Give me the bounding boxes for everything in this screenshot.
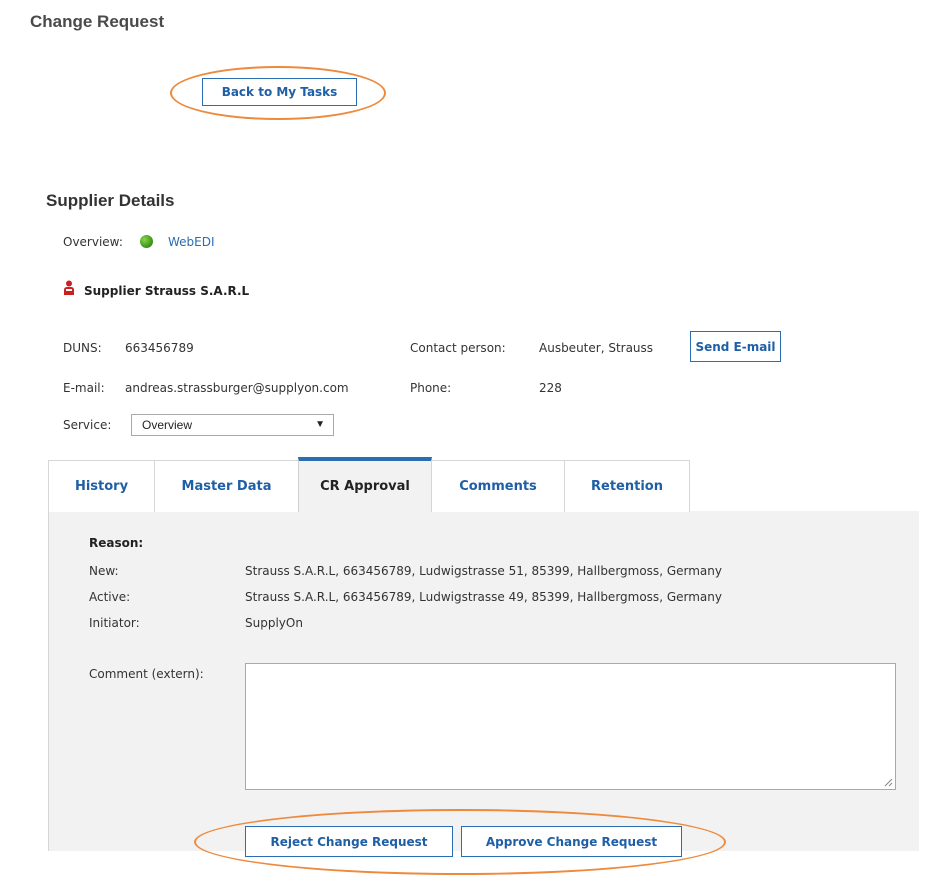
comment-label: Comment (extern):	[89, 667, 204, 681]
service-select-value: Overview	[142, 418, 193, 432]
page-root: Change Request Back to My Tasks Supplier…	[0, 0, 928, 893]
webedi-link[interactable]: WebEDI	[168, 235, 215, 249]
back-to-my-tasks-button[interactable]: Back to My Tasks	[202, 78, 357, 106]
email-value: andreas.strassburger@supplyon.com	[125, 381, 349, 395]
comment-textarea[interactable]	[245, 663, 896, 790]
supplier-name: Supplier Strauss S.A.R.L	[84, 284, 250, 298]
phone-value: 228	[539, 381, 562, 395]
tab-master-data[interactable]: Master Data	[154, 460, 299, 512]
overview-label: Overview:	[63, 235, 123, 249]
phone-label: Phone:	[410, 381, 452, 395]
approve-change-request-button[interactable]: Approve Change Request	[461, 826, 682, 857]
duns-label: DUNS:	[63, 341, 102, 355]
service-label: Service:	[63, 418, 112, 432]
service-select[interactable]: Overview ▼	[131, 414, 334, 436]
contact-person-value: Ausbeuter, Strauss	[539, 341, 654, 355]
contact-person-label: Contact person:	[410, 341, 506, 355]
page-title: Change Request	[30, 12, 165, 31]
new-value: Strauss S.A.R.L, 663456789, Ludwigstrass…	[245, 564, 722, 578]
duns-value: 663456789	[125, 341, 194, 355]
reject-change-request-button[interactable]: Reject Change Request	[245, 826, 453, 857]
dropdown-arrow-icon: ▼	[315, 419, 325, 430]
tab-cr-approval[interactable]: CR Approval	[298, 457, 432, 512]
reason-title: Reason:	[89, 536, 144, 550]
active-label: Active:	[89, 590, 131, 604]
tab-comments[interactable]: Comments	[431, 460, 565, 512]
resize-grip-icon[interactable]	[883, 777, 893, 787]
initiator-value: SupplyOn	[245, 616, 303, 630]
email-label: E-mail:	[63, 381, 105, 395]
initiator-label: Initiator:	[89, 616, 140, 630]
tab-bar: History Master Data CR Approval Comments…	[48, 457, 918, 512]
supplier-details-title: Supplier Details	[46, 191, 175, 210]
status-dot-icon	[140, 235, 153, 248]
tab-retention[interactable]: Retention	[564, 460, 690, 512]
send-email-button[interactable]: Send E-mail	[690, 331, 781, 362]
active-value: Strauss S.A.R.L, 663456789, Ludwigstrass…	[245, 590, 722, 604]
supplier-person-icon	[64, 280, 74, 295]
new-label: New:	[89, 564, 119, 578]
tab-history[interactable]: History	[48, 460, 155, 512]
